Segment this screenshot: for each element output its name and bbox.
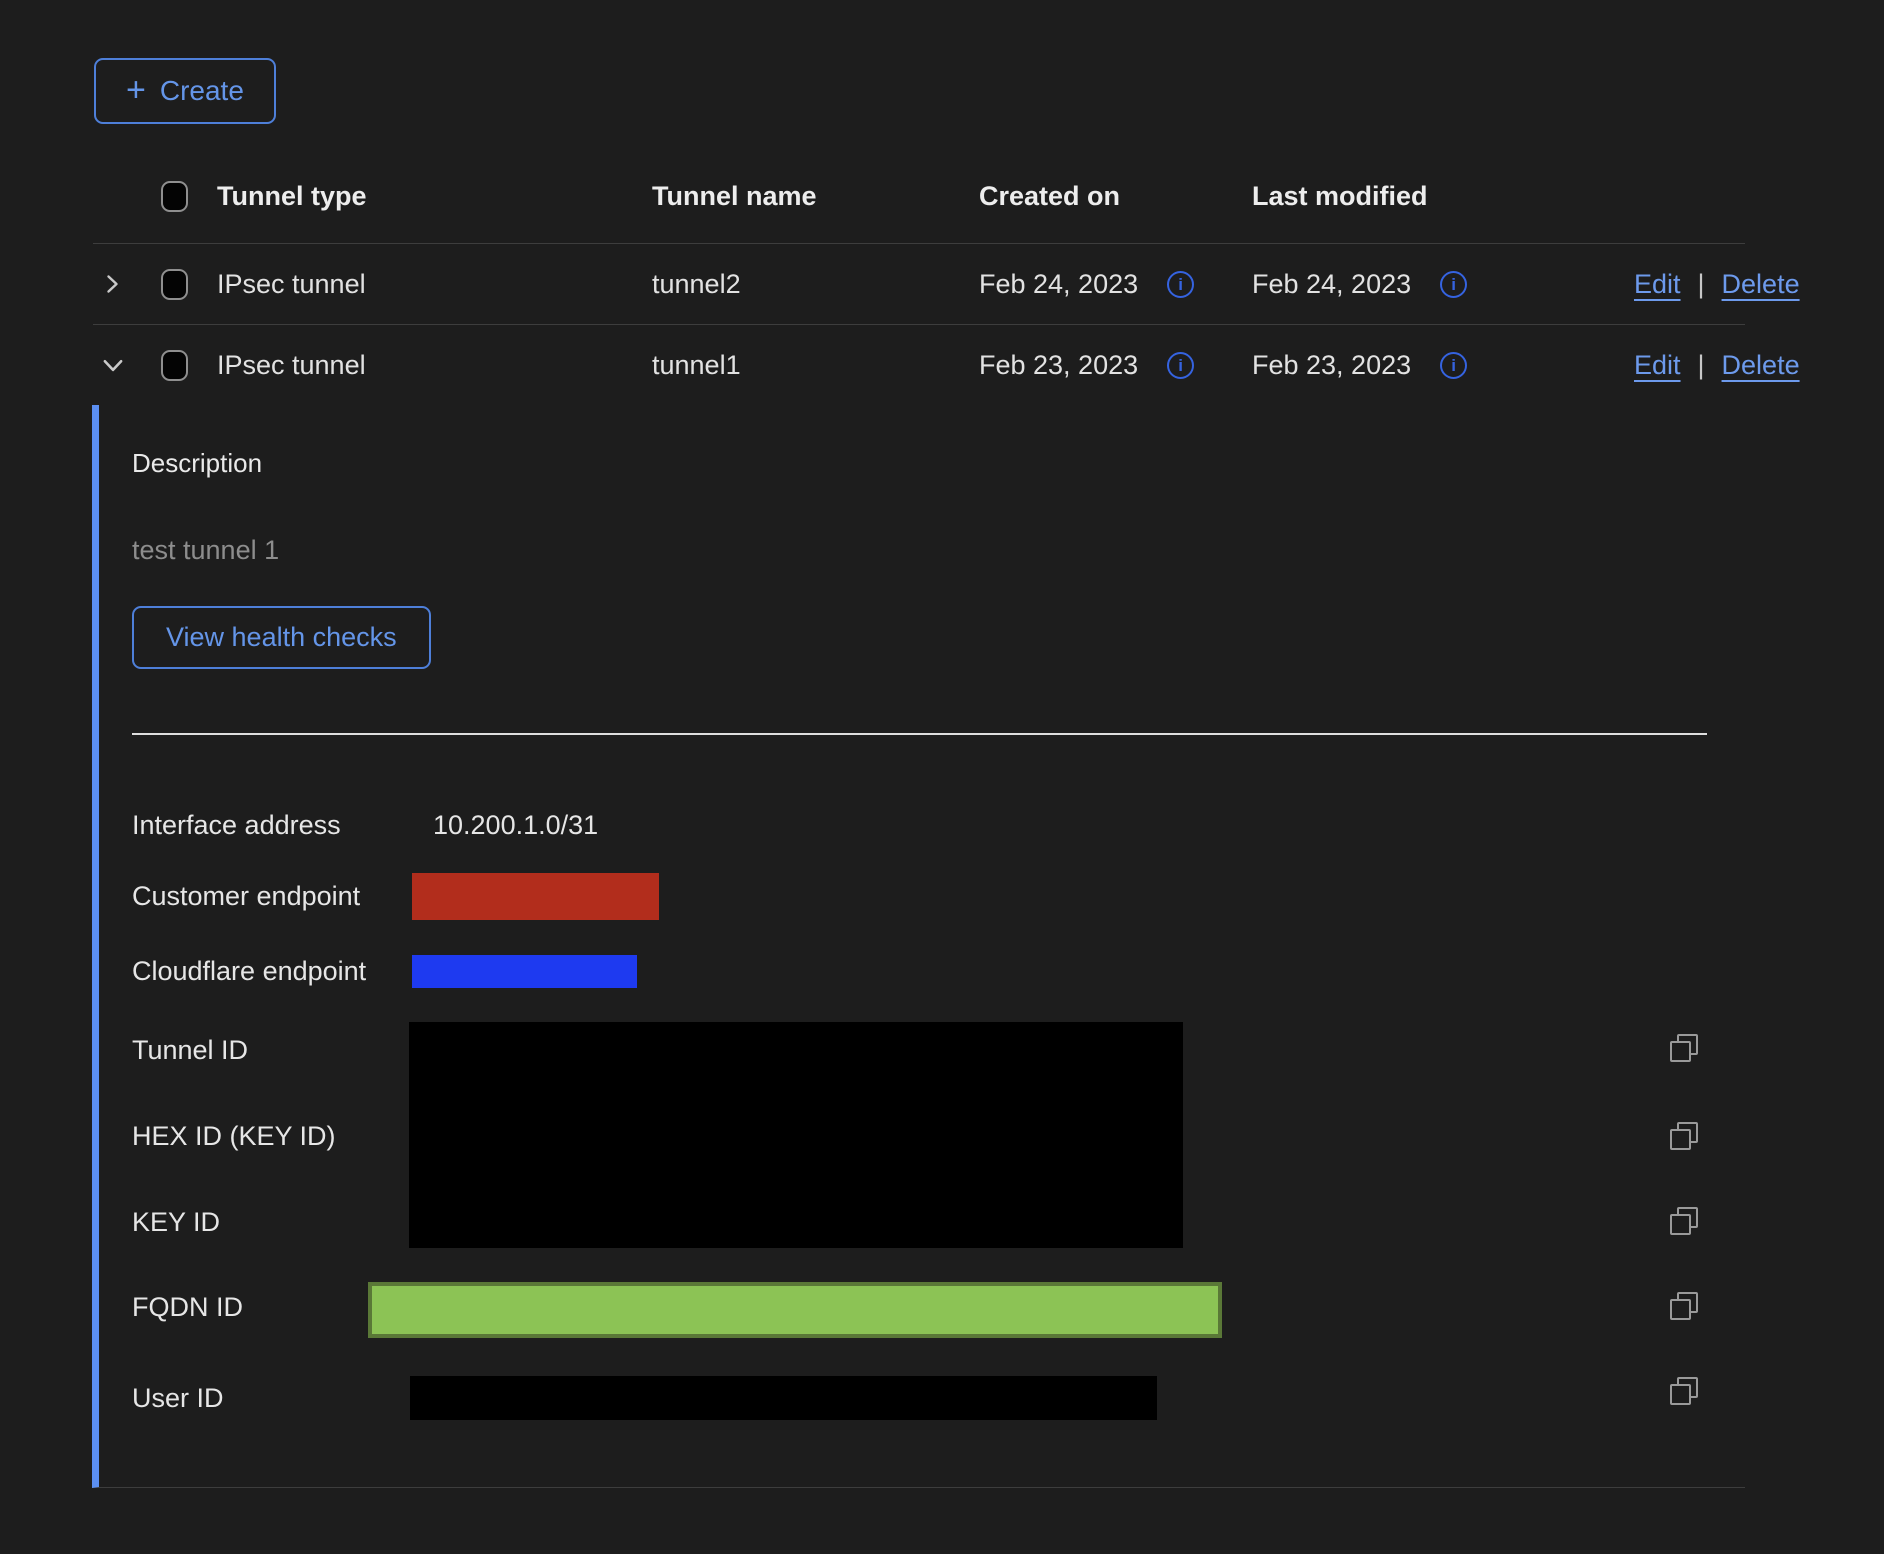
action-separator: | — [1698, 350, 1705, 381]
detail-row-user-id: User ID — [132, 1376, 1745, 1420]
info-icon[interactable]: i — [1167, 352, 1194, 379]
description-label: Description — [132, 448, 1745, 479]
tunnel-type-cell: IPsec tunnel — [189, 350, 652, 381]
tunnel-type-cell: IPsec tunnel — [189, 269, 652, 300]
cloudflare-endpoint-redacted-value — [412, 955, 637, 988]
customer-endpoint-redacted-value — [412, 873, 659, 920]
view-health-checks-button[interactable]: View health checks — [132, 606, 431, 669]
row-checkbox[interactable] — [161, 269, 188, 300]
tunnel-id-label: Tunnel ID — [132, 1035, 410, 1062]
action-separator: | — [1698, 269, 1705, 300]
detail-row-customer-endpoint: Customer endpoint — [132, 873, 1745, 920]
delete-link[interactable]: Delete — [1722, 269, 1800, 300]
cloudflare-endpoint-label: Cloudflare endpoint — [132, 956, 410, 987]
header-tunnel-name: Tunnel name — [652, 181, 979, 212]
tunnels-page: + Create Tunnel type Tunnel name Created… — [0, 0, 1884, 1554]
tunnel-name-cell: tunnel2 — [652, 269, 979, 300]
hex-id-label: HEX ID (KEY ID) — [132, 1121, 410, 1148]
interface-address-value: 10.200.1.0/31 — [433, 810, 598, 841]
info-icon[interactable]: i — [1167, 271, 1194, 298]
user-id-label: User ID — [132, 1383, 410, 1414]
collapse-row-button[interactable] — [93, 352, 161, 378]
copy-icon[interactable] — [1670, 1292, 1698, 1320]
create-button[interactable]: + Create — [94, 58, 276, 124]
ids-redacted-value — [409, 1022, 1183, 1248]
table-header-row: Tunnel type Tunnel name Created on Last … — [93, 150, 1745, 244]
copy-icon[interactable] — [1670, 1122, 1698, 1150]
view-health-checks-label: View health checks — [166, 622, 397, 653]
customer-endpoint-label: Customer endpoint — [132, 881, 410, 912]
delete-link[interactable]: Delete — [1722, 350, 1800, 381]
info-icon[interactable]: i — [1440, 271, 1467, 298]
detail-row-fqdn-id: FQDN ID — [132, 1282, 1745, 1338]
key-id-label: KEY ID — [132, 1207, 410, 1234]
description-value: test tunnel 1 — [132, 535, 1745, 566]
header-created-on: Created on — [979, 181, 1252, 212]
header-last-modified: Last modified — [1252, 181, 1634, 212]
chevron-down-icon — [100, 352, 126, 378]
detail-row-cloudflare-endpoint: Cloudflare endpoint — [132, 955, 1745, 988]
created-on-cell: Feb 24, 2023 — [979, 269, 1138, 300]
expand-row-button[interactable] — [93, 272, 161, 296]
detail-row-interface-address: Interface address 10.200.1.0/31 — [132, 812, 1745, 839]
fqdn-id-redacted-value — [368, 1282, 1222, 1338]
user-id-redacted-value — [410, 1376, 1157, 1420]
table-row: IPsec tunnel tunnel1 Feb 23, 2023 i Feb … — [93, 325, 1745, 405]
table-row: IPsec tunnel tunnel2 Feb 24, 2023 i Feb … — [93, 244, 1745, 325]
created-on-cell: Feb 23, 2023 — [979, 350, 1138, 381]
copy-icon[interactable] — [1670, 1377, 1698, 1405]
edit-link[interactable]: Edit — [1634, 350, 1681, 381]
interface-address-label: Interface address — [132, 810, 410, 841]
detail-rows-ids-group: Tunnel ID HEX ID (KEY ID) KEY ID — [132, 1022, 1745, 1248]
row-checkbox[interactable] — [161, 350, 188, 381]
last-modified-cell: Feb 24, 2023 — [1252, 269, 1411, 300]
tunnel-name-cell: tunnel1 — [652, 350, 979, 381]
plus-icon: + — [126, 73, 146, 107]
tunnels-table: Tunnel type Tunnel name Created on Last … — [93, 150, 1745, 1488]
section-divider — [132, 733, 1707, 735]
select-all-checkbox[interactable] — [161, 181, 188, 212]
edit-link[interactable]: Edit — [1634, 269, 1681, 300]
last-modified-cell: Feb 23, 2023 — [1252, 350, 1411, 381]
copy-icon[interactable] — [1670, 1034, 1698, 1062]
header-tunnel-type: Tunnel type — [189, 181, 652, 212]
chevron-right-icon — [100, 272, 124, 296]
expanded-tunnel-panel: Description test tunnel 1 View health ch… — [92, 405, 1745, 1488]
copy-icon[interactable] — [1670, 1207, 1698, 1235]
info-icon[interactable]: i — [1440, 352, 1467, 379]
create-button-label: Create — [160, 75, 244, 107]
